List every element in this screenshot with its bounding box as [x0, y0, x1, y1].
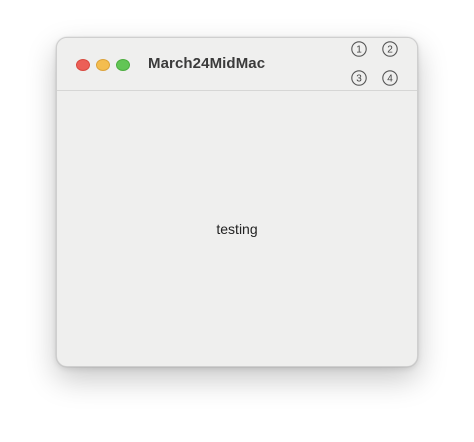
svg-text:2: 2 — [387, 45, 393, 56]
close-window-button[interactable] — [76, 59, 90, 71]
content-area: testing — [57, 91, 417, 366]
toolbar-button-4[interactable]: 4 — [382, 70, 398, 86]
circled-number-one-icon: 1 — [351, 41, 367, 57]
title-bar[interactable]: March24MidMac 1 2 3 4 — [57, 38, 417, 91]
circled-number-three-icon: 3 — [351, 70, 367, 86]
toolbar-button-1[interactable]: 1 — [351, 41, 367, 57]
svg-text:3: 3 — [356, 74, 362, 85]
minimize-window-button[interactable] — [96, 59, 110, 71]
circled-number-two-icon: 2 — [382, 41, 398, 57]
content-text: testing — [216, 221, 258, 237]
window-title: March24MidMac — [148, 55, 266, 72]
toolbar-button-3[interactable]: 3 — [351, 70, 367, 86]
toolbar-button-2[interactable]: 2 — [382, 41, 398, 57]
circled-number-four-icon: 4 — [382, 70, 398, 86]
zoom-window-button[interactable] — [116, 59, 130, 71]
svg-text:4: 4 — [387, 74, 393, 85]
svg-text:1: 1 — [356, 45, 362, 56]
app-window: March24MidMac 1 2 3 4 testing — [56, 37, 418, 367]
